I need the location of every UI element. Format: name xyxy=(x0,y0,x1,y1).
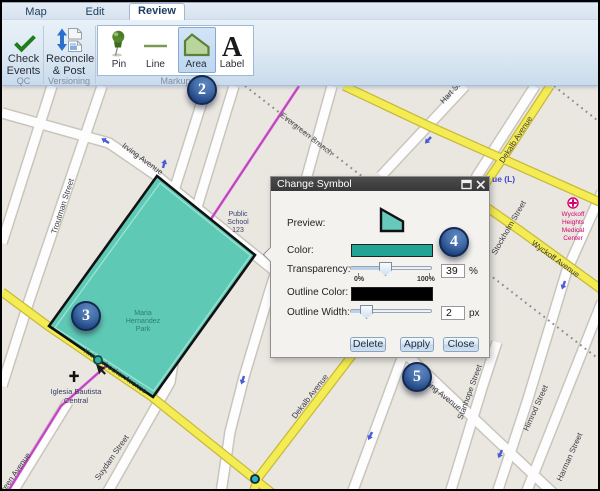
svg-text:Maria: Maria xyxy=(134,310,152,317)
svg-text:Hernandez: Hernandez xyxy=(126,318,161,325)
svg-text:Iglesia Bautista: Iglesia Bautista xyxy=(51,387,103,396)
svg-text:123: 123 xyxy=(232,227,244,234)
svg-text:Wyckoff: Wyckoff xyxy=(562,211,585,218)
svg-text:Central: Central xyxy=(64,396,89,405)
svg-text:Heights: Heights xyxy=(562,219,585,226)
svg-text:A: A xyxy=(222,32,243,62)
svg-text:School: School xyxy=(227,219,249,226)
svg-text:Park: Park xyxy=(136,326,151,333)
svg-text:Medical: Medical xyxy=(562,227,585,234)
svg-text:Center: Center xyxy=(563,235,583,242)
svg-text:ue (L): ue (L) xyxy=(492,174,515,184)
svg-text:Public: Public xyxy=(228,211,248,218)
